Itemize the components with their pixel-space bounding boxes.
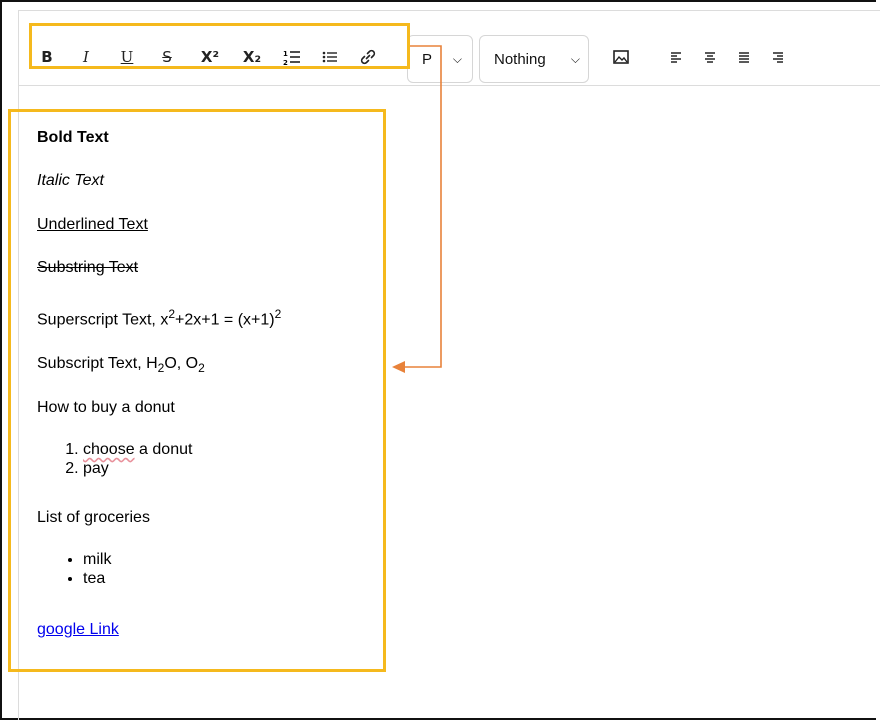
annotation-arrow xyxy=(392,45,442,373)
